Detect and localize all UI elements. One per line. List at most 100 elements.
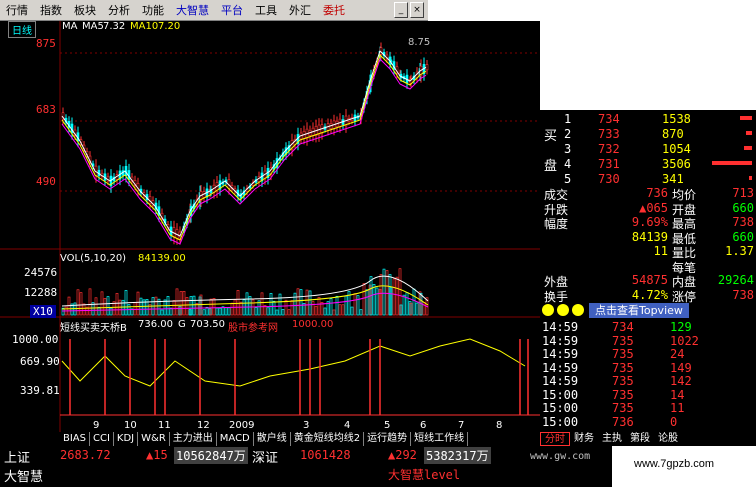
bid-row[interactable]: 4 731 3506 [540, 157, 756, 172]
indicator-tab[interactable]: W&R [138, 432, 170, 446]
sh-index-value: 2683.72 [60, 448, 111, 462]
volume-bar [212, 298, 216, 316]
indicator-tab[interactable]: 黄金短线均线2 [291, 432, 365, 446]
volume-bar [392, 278, 396, 316]
bid-level: 4 [564, 157, 572, 171]
volume-bar [317, 297, 321, 316]
site-url[interactable]: www.gw.com [530, 451, 590, 462]
bid-row[interactable]: 1 734 1538 [540, 112, 756, 127]
volume-bar [175, 288, 179, 316]
close-button[interactable]: × [410, 2, 424, 18]
stat-value: ▲065 [639, 200, 668, 215]
bid-price: 732 [598, 142, 620, 156]
indicator-tab[interactable]: 运行趋势 [364, 432, 412, 446]
volume-bar [362, 283, 366, 316]
y-tick-label: 490 [36, 175, 56, 188]
menu-item[interactable]: 外汇 [283, 2, 317, 18]
indicator-value: 736.00 [138, 319, 173, 330]
chart-area: 日线 MA MA5 7.32 MA10 7.20 8.75 875 683 49… [0, 21, 540, 432]
volume-bar [350, 306, 354, 316]
bid-row[interactable]: 3 732 1054 [540, 142, 756, 157]
volume-bar [365, 289, 369, 316]
volume-bar [375, 287, 379, 316]
quote-tab[interactable]: 主执 [598, 432, 626, 446]
app-window: 行情 指数 板块 分析 功能 大智慧 平台 工具 外汇 委托 _ × 日线 MA MA5 7.32… [0, 0, 756, 487]
sh-index-label: 上证 [4, 451, 31, 466]
menu-item[interactable]: 大智慧 [170, 2, 215, 18]
tick-time: 14:59 [542, 320, 579, 334]
stat-row: 换手 4.72% 涨停 738 [540, 288, 756, 304]
tick-time: 14:59 [542, 360, 579, 375]
volume-bar [136, 291, 140, 316]
menu-item[interactable]: 行情 [0, 2, 34, 18]
menu-item[interactable]: 工具 [249, 2, 283, 18]
tick-price: 735 [612, 360, 634, 375]
bid-volume: 1054 [662, 142, 691, 156]
bid-row[interactable]: 5 730 341 [540, 172, 756, 187]
volume-bar [323, 307, 327, 316]
quote-tab[interactable]: 财务 [570, 432, 598, 446]
volume-bar [284, 299, 288, 316]
tick-volume: 0 [670, 414, 678, 429]
tick-time: 15:00 [542, 387, 579, 402]
menu-item[interactable]: 平台 [215, 2, 249, 18]
indicator-tab[interactable]: MACD [217, 432, 254, 446]
indicator-tab[interactable]: CCI [90, 432, 114, 446]
x-tick-label: 12 [197, 420, 210, 431]
volume-bar [341, 304, 345, 316]
indicator-tab[interactable]: 散户线 [254, 432, 291, 446]
x-tick-label: 8 [496, 420, 503, 431]
menu-item[interactable]: 功能 [136, 2, 170, 18]
indicator-tab[interactable]: 短线工作线 [411, 432, 469, 446]
menu-item[interactable]: 板块 [68, 2, 102, 18]
volume-bar [97, 306, 101, 316]
quote-tab[interactable]: 论股 [654, 432, 682, 446]
stat-value: 660 [732, 229, 754, 244]
stat-row: 11 量比 1.37 [540, 244, 756, 260]
bid-row[interactable]: 2 733 870 [540, 127, 756, 142]
sz-index-change: ▲292 [388, 448, 417, 462]
volume-bar [359, 309, 363, 316]
sz-index-amount: 5382317万 [424, 447, 491, 464]
volume-bar [335, 295, 339, 316]
indicator-tab[interactable]: KDJ [114, 432, 139, 446]
bid-price: 734 [598, 112, 620, 126]
volume-bar [314, 305, 318, 316]
x-tick-label: 2009 [229, 420, 255, 431]
x-tick-label: 10 [124, 420, 137, 431]
volume-bar [299, 289, 303, 316]
status-bar: 上证 2683.72 ▲15 10562847万 深证 1061428 ▲292… [0, 446, 612, 487]
indicator-g-label: G [178, 319, 186, 330]
period-tab[interactable]: 日线 [8, 21, 36, 38]
stat-value: 713 [732, 186, 754, 200]
volume-bar [218, 307, 222, 316]
bid-price: 731 [598, 157, 620, 171]
indicator-value: 703.50 [190, 319, 225, 330]
vol-label: VOL(5,10,20) [60, 253, 127, 264]
menu-item[interactable]: 指数 [34, 2, 68, 18]
minimize-button[interactable]: _ [394, 2, 408, 18]
menu-item[interactable]: 委托 [317, 2, 351, 18]
volume-bar [160, 309, 164, 316]
indicator-tab[interactable]: 主力进出 [170, 432, 217, 446]
quote-tab[interactable]: 分时 [540, 432, 570, 446]
volume-bar [275, 309, 279, 316]
indicator-tabs: BIAS CCI KDJ W&R 主力进出 MACD 散户线 黄金短线均线2 运行趋势 短线工作线 [60, 432, 540, 446]
vol-tick-label: 12288 [24, 286, 58, 299]
volume-bar [305, 289, 309, 316]
volume-bar [372, 284, 376, 316]
volume-bar [88, 288, 92, 316]
topview-button[interactable]: 点击查看Topview [589, 302, 689, 318]
volume-bar [402, 294, 406, 316]
indicator-tab[interactable]: BIAS [60, 432, 90, 446]
bid-volume: 3506 [662, 157, 691, 171]
quote-tab[interactable]: 第段 [626, 432, 654, 446]
stat-row: 每笔 [540, 259, 756, 275]
volume-bar [290, 300, 294, 316]
menu-item[interactable]: 分析 [102, 2, 136, 18]
tick-price: 735 [612, 347, 634, 361]
tick-time: 14:59 [542, 374, 579, 388]
volume-bar [415, 302, 419, 316]
volume-bar [236, 290, 240, 316]
kline-chart[interactable] [0, 21, 540, 432]
